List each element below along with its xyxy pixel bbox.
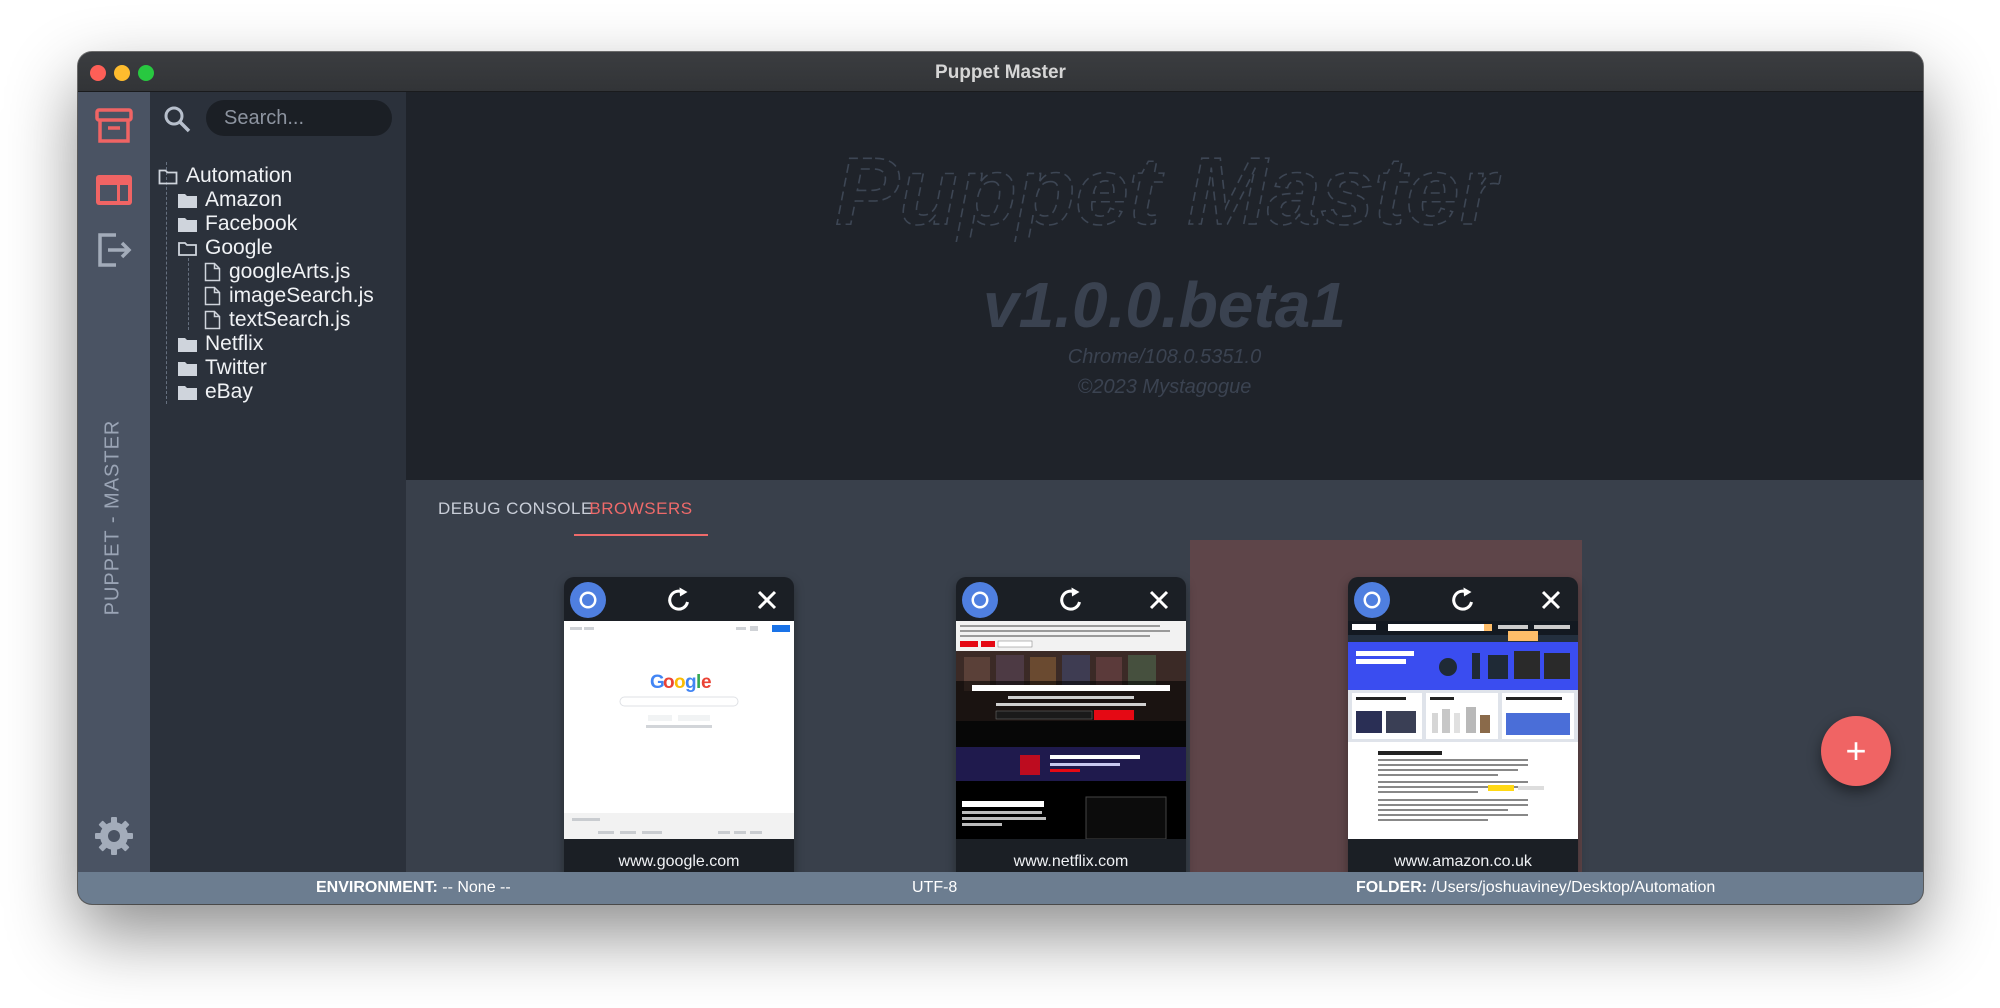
search-input[interactable] (206, 100, 392, 136)
tab-browsers[interactable]: BROWSERS (574, 496, 708, 536)
file-icon (204, 310, 221, 330)
editor-splash: Puppet Master v1.0.0.beta1 Chrome/108.0.… (406, 92, 1923, 480)
exit-icon[interactable] (92, 228, 136, 272)
page-preview-amazon (1348, 621, 1578, 839)
app-logo: Puppet Master (834, 137, 1502, 242)
version-text: v1.0.0.beta1 (983, 269, 1346, 341)
status-folder[interactable]: FOLDER: /Users/joshuaviney/Desktop/Autom… (1356, 879, 1715, 897)
window-title: Puppet Master (935, 62, 1066, 83)
folder-open-icon (158, 169, 178, 185)
activity-bar: PUPPET - MASTER (78, 92, 150, 872)
browser-url: www.google.com (618, 853, 740, 870)
svg-text:e: e (701, 672, 712, 693)
app-vertical-label: PUPPET - MASTER (101, 419, 124, 615)
file-icon (204, 262, 221, 282)
file-icon (204, 286, 221, 306)
reload-icon[interactable] (1056, 585, 1086, 615)
copyright-text: ©2023 Mystagogue (1077, 376, 1252, 398)
reload-icon[interactable] (664, 585, 694, 615)
folder-icon (178, 386, 197, 400)
folder-icon (178, 218, 197, 232)
file-explorer: Automation Amazon Facebook Google google… (150, 92, 406, 872)
svg-text:g: g (685, 672, 697, 693)
archive-icon[interactable] (92, 104, 136, 148)
gear-icon[interactable] (92, 814, 136, 858)
tree-item-label: Twitter (205, 356, 267, 379)
status-encoding[interactable]: UTF-8 (912, 879, 957, 897)
chromium-icon (1354, 582, 1390, 618)
app-window: Puppet Master PUPPET - MASTER Search... … (78, 52, 1923, 904)
tree-item-label: eBay (205, 380, 253, 403)
status-folder-value: /Users/joshuaviney/Desktop/Automation (1431, 879, 1716, 896)
add-browser-button[interactable]: + (1821, 716, 1891, 786)
page-preview-google: G o o g l e (564, 621, 794, 839)
chromium-icon (570, 582, 606, 618)
tree-item-label: Netflix (205, 332, 264, 355)
browser-layout-icon[interactable] (92, 168, 136, 212)
tree-guide (188, 258, 189, 330)
status-bar: ENVIRONMENT: -- None -- UTF-8 FOLDER: /U… (78, 872, 1923, 904)
browser-url: www.amazon.co.uk (1394, 853, 1532, 870)
tab-debug-console[interactable]: DEBUG CONSOLE (438, 496, 593, 536)
tree-item-label: Google (205, 236, 273, 259)
tree-item-label: textSearch.js (229, 308, 351, 331)
status-environment[interactable]: ENVIRONMENT: -- None -- (316, 879, 511, 897)
search-icon (164, 106, 191, 133)
close-icon[interactable] (752, 585, 782, 615)
tree-item-label: Facebook (205, 212, 298, 235)
tree-item-label: Automation (186, 164, 293, 187)
close-icon[interactable] (1536, 585, 1566, 615)
status-folder-label: FOLDER: (1356, 879, 1428, 896)
status-environment-value: -- None -- (442, 879, 511, 896)
tree-folder-ebay[interactable]: eBay (178, 378, 253, 406)
title-bar: Puppet Master (78, 52, 1923, 92)
folder-open-icon (178, 242, 197, 256)
reload-icon[interactable] (1448, 585, 1478, 615)
status-environment-label: ENVIRONMENT: (316, 879, 438, 896)
svg-text:Puppet Master: Puppet Master (835, 138, 1501, 242)
page-preview-netflix (956, 621, 1186, 839)
svg-text:o: o (663, 672, 675, 693)
chromium-icon (962, 582, 998, 618)
folder-icon (178, 362, 197, 376)
tree-item-label: Amazon (205, 188, 283, 211)
browser-card-google[interactable]: G o o g l e www.google.com (564, 577, 794, 883)
folder-icon (178, 194, 197, 208)
browser-card-netflix[interactable]: www.netflix.com (956, 577, 1186, 883)
browser-url: www.netflix.com (1013, 853, 1129, 870)
close-icon[interactable] (1144, 585, 1174, 615)
chrome-version-text: Chrome/108.0.5351.0 (1067, 346, 1262, 368)
browser-card-amazon[interactable]: www.amazon.co.uk (1348, 577, 1578, 883)
tree-item-label: googleArts.js (229, 260, 351, 283)
svg-text:o: o (674, 672, 686, 693)
folder-icon (178, 338, 197, 352)
bottom-panel: DEBUG CONSOLE BROWSERS G o o g l e www.g… (406, 480, 1923, 883)
tree-item-label: imageSearch.js (229, 284, 374, 307)
tree-guide (166, 162, 167, 404)
